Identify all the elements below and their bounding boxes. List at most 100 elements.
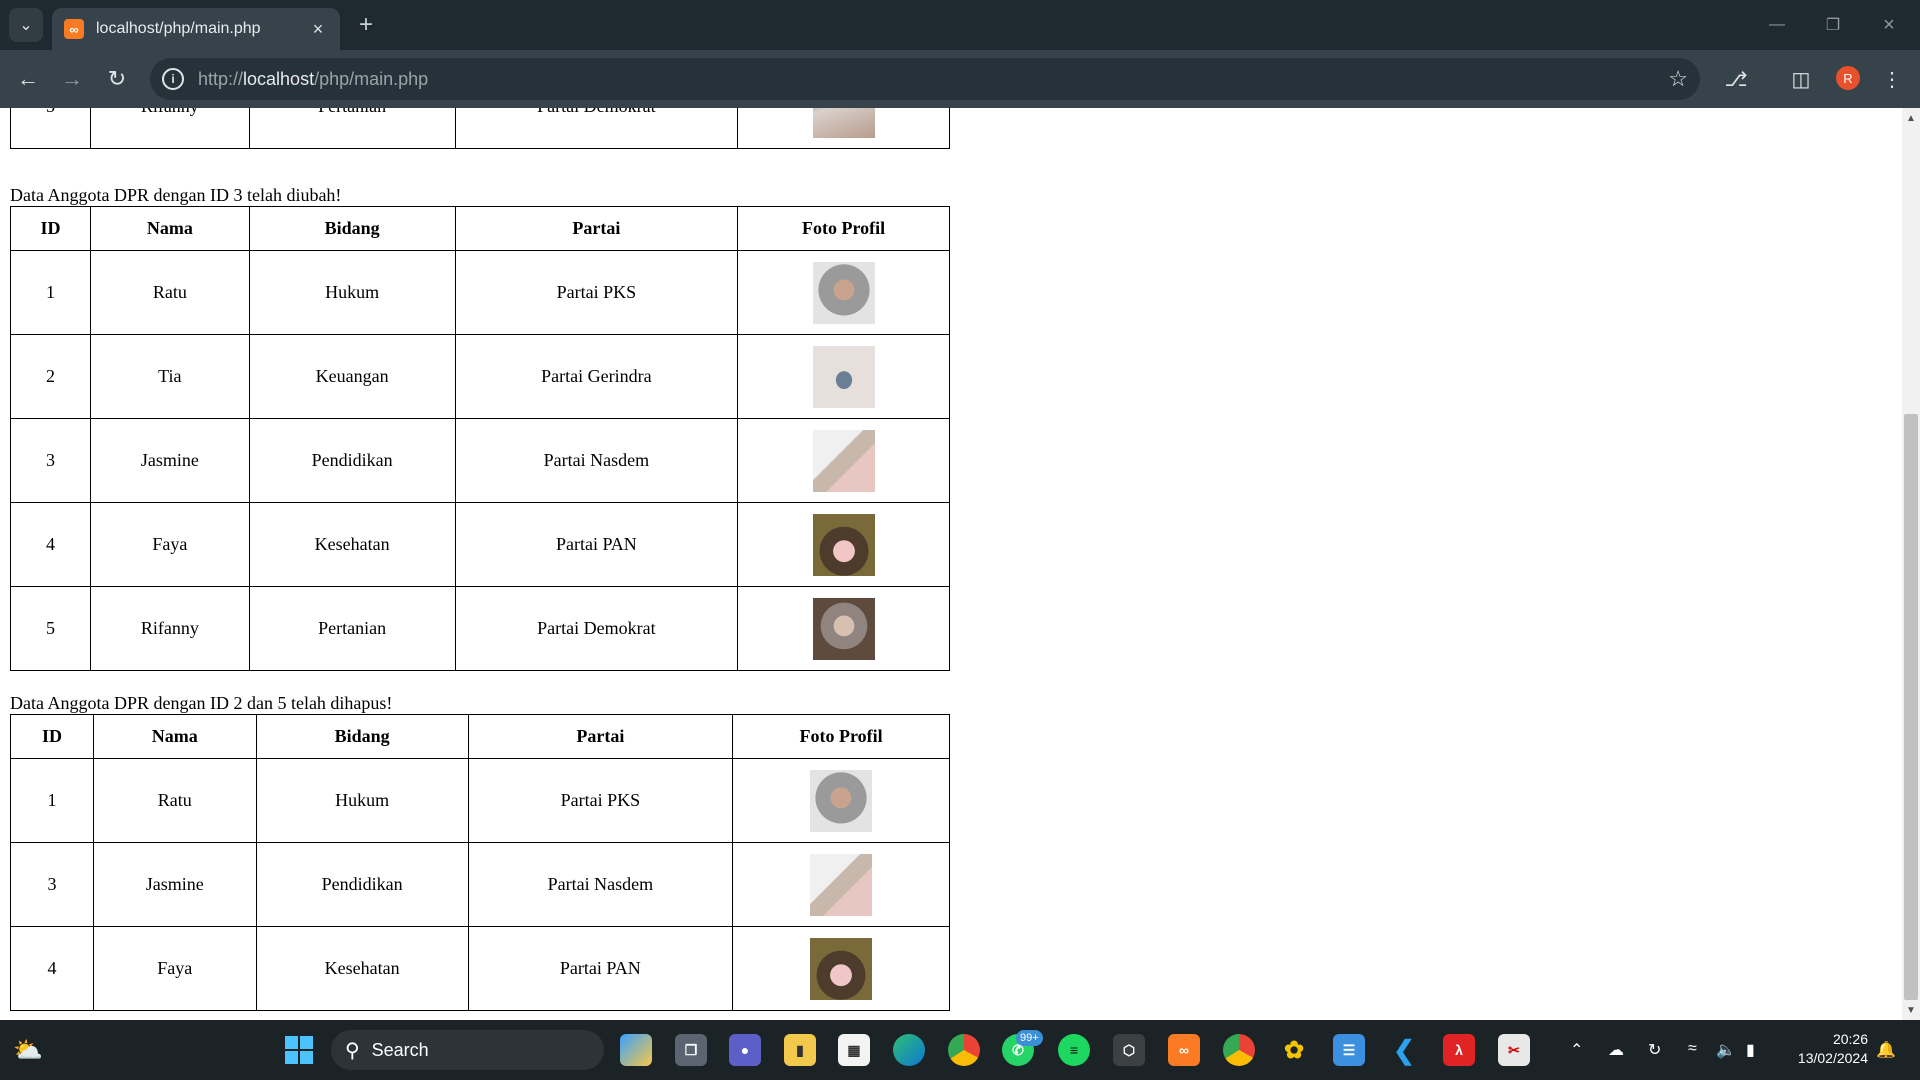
copilot-icon[interactable] (620, 1034, 652, 1066)
teams-chat-icon[interactable]: ● (729, 1034, 761, 1066)
cell-id: 1 (10, 758, 94, 843)
table-row: 4 Faya Kesehatan Partai PAN (10, 926, 950, 1011)
cell-nama: Faya (89, 502, 250, 587)
xampp-icon[interactable]: ∞ (1168, 1034, 1200, 1066)
bookmark-star-icon[interactable]: ☆ (1668, 66, 1688, 92)
table-row: 1 Ratu Hukum Partai PKS (10, 758, 950, 843)
chrome-profile-icon[interactable] (1223, 1034, 1255, 1066)
header-nama: Nama (92, 714, 257, 759)
notepad-icon[interactable]: ☰ (1333, 1034, 1365, 1066)
back-icon[interactable]: ← (12, 63, 44, 95)
weather-widget-icon[interactable]: ⛅ (12, 1034, 44, 1066)
menu-kebab-icon[interactable]: ⋮ (1876, 63, 1908, 95)
cell-foto (732, 842, 950, 927)
acrobat-icon[interactable]: λ (1443, 1034, 1475, 1066)
cell-id: 5 (10, 586, 91, 671)
restore-icon[interactable]: ❐ (1813, 10, 1853, 40)
volume-icon[interactable]: 🔈 (1716, 1040, 1736, 1060)
clock-time: 20:26 (1832, 1031, 1868, 1047)
profile-photo (810, 853, 873, 916)
vscode-icon[interactable]: ❮ (1388, 1034, 1420, 1066)
cell-bidang: Kesehatan (248, 502, 456, 587)
page-viewport: 5 Rifanny Pertanian Partai Demokrat Data… (0, 108, 1902, 1020)
unity-icon[interactable]: ⬡ (1113, 1034, 1145, 1066)
cell-partai: Partai Gerindra (454, 334, 739, 419)
table-header-row: ID Nama Bidang Partai Foto Profil (10, 714, 950, 759)
table-row: 2 Tia Keuangan Partai Gerindra (10, 334, 950, 419)
header-foto: Foto Profil (732, 714, 950, 759)
cell-id: 2 (10, 334, 91, 419)
cell-partai: Partai Nasdem (454, 418, 739, 503)
side-panel-icon[interactable]: ◫ (1785, 63, 1817, 95)
windows-start-icon[interactable] (283, 1034, 315, 1066)
chevron-down-icon: ⌄ (19, 17, 33, 34)
table-row: 3 Jasmine Pendidikan Partai Nasdem (10, 842, 950, 927)
close-tab-icon[interactable]: × (308, 19, 328, 39)
reload-icon[interactable]: ↻ (101, 63, 133, 95)
minimize-icon[interactable]: — (1757, 10, 1797, 40)
snipping-tool-icon[interactable]: ✂ (1498, 1034, 1530, 1066)
tab-title: localhost/php/main.php (96, 20, 261, 37)
profile-photo (812, 429, 875, 492)
scrollbar-thumb[interactable] (1904, 414, 1918, 1000)
profile-photo (812, 261, 875, 324)
header-bidang: Bidang (255, 714, 469, 759)
clock-date: 13/02/2024 (1797, 1050, 1868, 1066)
table-row: 1 Ratu Hukum Partai PKS (10, 250, 950, 335)
browser-tab[interactable]: ∞ localhost/php/main.php × (52, 8, 340, 50)
profile-photo (812, 513, 875, 576)
cell-id: 5 (10, 108, 91, 149)
cell-id: 4 (10, 502, 91, 587)
header-id: ID (10, 714, 94, 759)
table-header-row: ID Nama Bidang Partai Foto Profil (10, 206, 950, 251)
cell-foto (732, 926, 950, 1011)
microsoft-store-icon[interactable]: ▦ (838, 1034, 870, 1066)
table-row: 5 Rifanny Pertanian Partai Demokrat (10, 108, 950, 149)
taskbar-search[interactable]: ⚲ Search (331, 1030, 604, 1070)
taskbar-clock[interactable]: 20:26 13/02/2024 (1784, 1030, 1868, 1068)
cell-bidang: Pendidikan (248, 418, 456, 503)
sync-icon[interactable]: ↻ (1648, 1040, 1661, 1060)
scroll-up-icon[interactable]: ▲ (1902, 110, 1920, 126)
cell-nama: Faya (92, 926, 257, 1011)
cell-partai: Partai PKS (467, 758, 734, 843)
notes-app-icon[interactable]: ✿ (1278, 1034, 1310, 1066)
table-row: 3 Jasmine Pendidikan Partai Nasdem (10, 418, 950, 503)
chrome-icon[interactable] (948, 1034, 980, 1066)
cell-nama: Jasmine (92, 842, 257, 927)
file-explorer-icon[interactable]: ▮ (784, 1034, 816, 1066)
url-text: http://localhost/php/main.php (198, 68, 429, 89)
xampp-favicon-icon: ∞ (64, 19, 84, 39)
profile-photo (812, 108, 875, 138)
cell-id: 3 (10, 842, 94, 927)
wifi-icon[interactable]: ≈ (1688, 1040, 1697, 1058)
profile-photo (810, 937, 873, 1000)
page-scrollbar[interactable]: ▲ ▼ (1902, 108, 1920, 1020)
header-id: ID (10, 206, 91, 251)
scroll-down-icon[interactable]: ▼ (1902, 1002, 1920, 1018)
forward-icon[interactable]: → (56, 63, 88, 95)
site-info-icon[interactable]: i (162, 68, 184, 90)
search-icon: ⚲ (345, 1039, 360, 1062)
cell-foto (737, 108, 950, 149)
extensions-icon[interactable]: ⎇ (1720, 63, 1752, 95)
cell-nama: Tia (89, 334, 250, 419)
address-bar[interactable]: i http://localhost/php/main.php ☆ (150, 58, 1700, 100)
table-row: 5 Rifanny Pertanian Partai Demokrat (10, 586, 950, 671)
window-close-icon[interactable]: × (1869, 10, 1909, 40)
onedrive-icon[interactable]: ☁ (1608, 1040, 1624, 1060)
show-hidden-icons-icon[interactable]: ⌃ (1570, 1040, 1583, 1060)
new-tab-button[interactable]: + (352, 11, 380, 38)
cell-nama: Ratu (92, 758, 257, 843)
profile-photo (810, 769, 873, 832)
notification-bell-icon[interactable]: 🔔 (1876, 1040, 1896, 1060)
spotify-icon[interactable]: ≡ (1058, 1034, 1090, 1066)
profile-avatar[interactable]: R (1836, 66, 1860, 90)
tab-search-button[interactable]: ⌄ (9, 8, 43, 42)
battery-icon[interactable]: ▮ (1746, 1040, 1755, 1060)
update-members-table: ID Nama Bidang Partai Foto Profil 1 Ratu… (10, 206, 950, 671)
previous-table-section: 5 Rifanny Pertanian Partai Demokrat (10, 108, 950, 149)
edge-browser-icon[interactable] (893, 1034, 925, 1066)
header-partai: Partai (467, 714, 734, 759)
task-view-icon[interactable]: ❐ (675, 1034, 707, 1066)
